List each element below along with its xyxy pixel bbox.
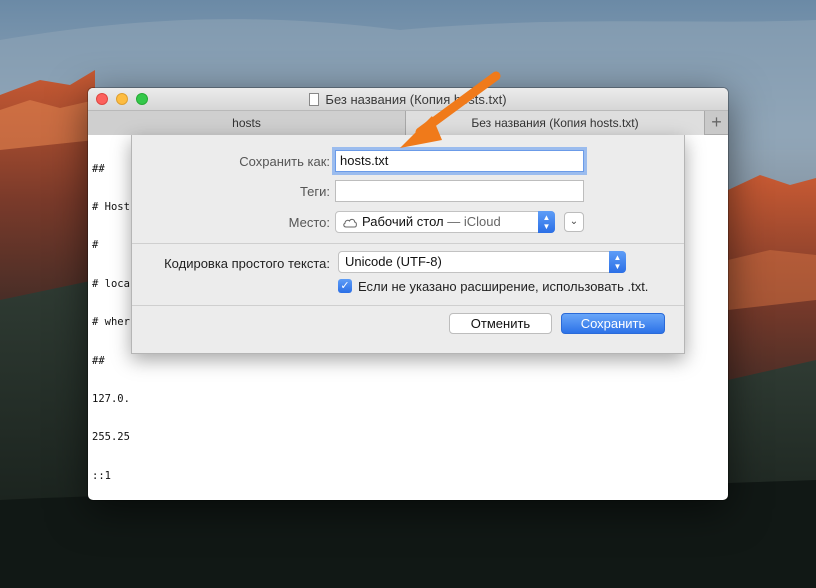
checkmark-icon: ✓ bbox=[340, 280, 350, 292]
chevron-down-icon: ⌄ bbox=[569, 216, 579, 227]
location-label: Место: bbox=[288, 215, 330, 230]
document-icon bbox=[309, 93, 320, 106]
save-as-label: Сохранить как: bbox=[239, 154, 330, 169]
extension-checkbox[interactable]: ✓ bbox=[338, 279, 352, 293]
extension-checkbox-label[interactable]: Если не указано расширение, использовать… bbox=[358, 279, 648, 294]
up-down-chevron-icon: ▲ ▼ bbox=[538, 211, 555, 233]
encoding-value: Unicode (UTF-8) bbox=[345, 254, 442, 269]
location-suffix-text: — iCloud bbox=[447, 214, 501, 229]
window-title-text: Без названия (Копия hosts.txt) bbox=[325, 92, 507, 107]
save-dialog: Сохранить как: hosts.txt Теги: Место: Ра… bbox=[131, 135, 685, 354]
dialog-separator bbox=[132, 243, 684, 244]
editor-line: ## bbox=[92, 354, 105, 367]
tab-bar: hosts Без названия (Копия hosts.txt) + bbox=[88, 111, 728, 135]
up-down-chevron-icon: ▲ ▼ bbox=[609, 251, 626, 273]
location-main-text: Рабочий стол bbox=[362, 214, 444, 229]
expand-dialog-button[interactable]: ⌄ bbox=[564, 212, 584, 232]
editor-line: 255.25 bbox=[92, 431, 130, 444]
save-button[interactable]: Сохранить bbox=[561, 313, 665, 334]
dialog-separator bbox=[132, 305, 684, 306]
editor-line: 127.0. bbox=[92, 392, 130, 405]
new-tab-button[interactable]: + bbox=[704, 111, 728, 135]
window-titlebar[interactable]: Без названия (Копия hosts.txt) bbox=[88, 88, 728, 111]
encoding-popup[interactable]: Unicode (UTF-8) ▲ ▼ bbox=[338, 251, 626, 273]
cloud-icon bbox=[342, 214, 358, 234]
window-title: Без названия (Копия hosts.txt) bbox=[88, 92, 728, 107]
tags-label: Теги: bbox=[299, 184, 330, 199]
tags-input[interactable] bbox=[335, 180, 584, 202]
editor-line: ::1 bbox=[92, 469, 111, 482]
save-as-input[interactable]: hosts.txt bbox=[335, 150, 584, 172]
cancel-button[interactable]: Отменить bbox=[449, 313, 552, 334]
tab-hosts[interactable]: hosts bbox=[88, 111, 406, 135]
location-popup[interactable]: Рабочий стол — iCloud ▲ ▼ bbox=[335, 211, 555, 233]
encoding-label: Кодировка простого текста: bbox=[164, 256, 330, 271]
tab-untitled-copy[interactable]: Без названия (Копия hosts.txt) bbox=[406, 111, 704, 135]
